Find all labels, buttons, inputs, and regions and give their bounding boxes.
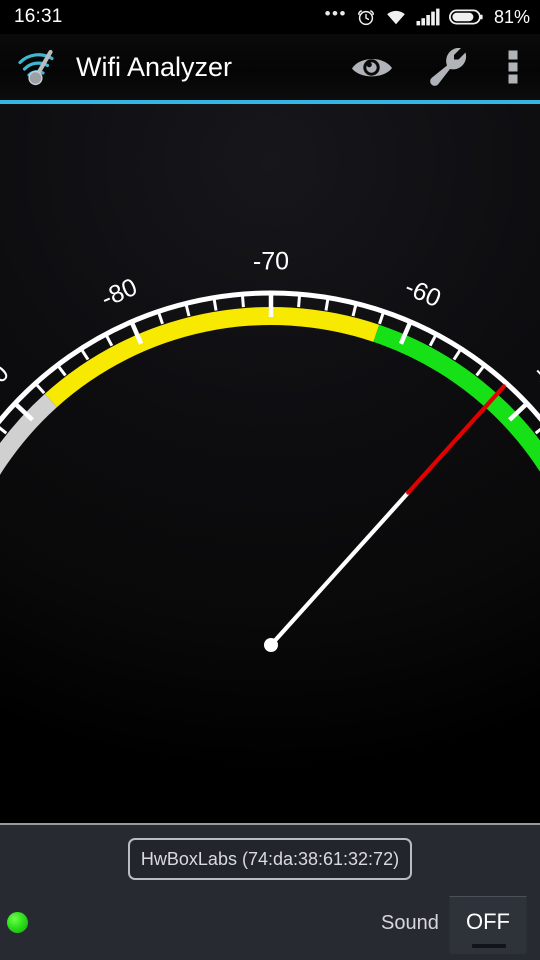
gauge-tick-minor (56, 364, 67, 377)
wrench-button[interactable] (410, 34, 486, 100)
sound-toggle-underline (472, 944, 506, 948)
page-title: Wifi Analyzer (76, 51, 233, 82)
status-bar-clock: 16:31 (14, 6, 63, 27)
status-overflow-dots-icon: ••• (324, 4, 347, 23)
gauge-tick-minor (156, 311, 164, 325)
gauge-tick-minor (212, 297, 218, 311)
gauge-ticks (0, 293, 540, 435)
gauge-tick-minor (428, 333, 438, 347)
wifi-analyzer-logo-icon (18, 49, 54, 86)
signal-gauge: -100-90-80-70-60-50-40 dBm (0, 104, 540, 824)
ssid-selector-button[interactable]: HwBoxLabs (74:da:38:61:32:72) (128, 838, 412, 880)
action-bar: Wifi Analyzer (0, 34, 540, 100)
gauge-tick-minor (324, 297, 330, 311)
status-bar-icons: ••• 81% (324, 4, 530, 28)
gauge-tick-minor (240, 294, 245, 308)
eye-button[interactable] (334, 34, 410, 100)
sound-label: Sound (381, 912, 439, 934)
gauge-tick-minor (297, 294, 302, 308)
gauge-needle-tip (406, 384, 506, 495)
battery-icon (448, 9, 483, 25)
wrench-icon (430, 48, 467, 86)
status-bar: 16:31 ••• 81% (0, 0, 540, 34)
gauge-tick-label: -90 (0, 359, 15, 405)
gauge-tick-minor (378, 311, 386, 325)
ssid-label: HwBoxLabs (74:da:38:61:32:72) (140, 848, 400, 869)
gauge-needle-shaft (268, 490, 411, 648)
gauge-tick-minor (34, 382, 46, 395)
gauge-needle (264, 384, 506, 652)
action-bar-actions (334, 34, 540, 100)
overflow-menu-icon (508, 50, 518, 84)
alarm-clock-icon (358, 10, 374, 26)
gauge-tick-minor (452, 347, 463, 361)
sound-toggle-button[interactable]: OFF (449, 896, 527, 954)
connection-status-led (7, 912, 28, 933)
gauge-scale-line (0, 290, 540, 425)
battery-percentage: 81% (493, 6, 530, 27)
gauge-tick-label: -60 (401, 273, 445, 313)
app-root: 16:31 ••• 81% Wifi Analyzer -90 -80 -70 … (0, 0, 540, 960)
gauge-tick-label: -80 (97, 273, 141, 313)
gauge-svg: -100-90-80-70-60-50-40 dBm (0, 248, 540, 652)
cellular-signal-icon (416, 8, 440, 26)
gauge-tick-minor (79, 347, 90, 361)
gauge-tick-minor (104, 333, 114, 347)
gauge-tick-minor (475, 364, 486, 377)
gauge-tick-minor (534, 427, 540, 435)
overflow-menu-button[interactable] (486, 34, 540, 100)
gauge-tick-label: -70 (253, 248, 289, 276)
eye-icon (352, 59, 392, 77)
gauge-needle-pivot (264, 638, 278, 652)
gauge-tick-minor (0, 426, 8, 435)
sound-toggle-value: OFF (466, 908, 510, 934)
gauge-band-fair (44, 307, 380, 408)
gauge-bands (0, 307, 540, 475)
wifi-icon (387, 10, 405, 25)
gauge-tick-label: -50 (527, 359, 540, 405)
gauge-scale-arc (0, 290, 540, 425)
